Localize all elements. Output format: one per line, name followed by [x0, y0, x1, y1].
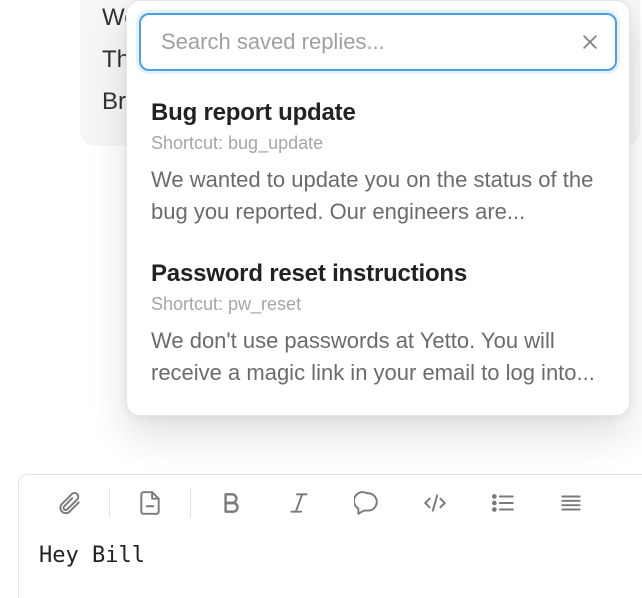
saved-reply-shortcut: Shortcut: pw_reset [151, 294, 605, 315]
bold-button[interactable] [205, 483, 257, 523]
attach-button[interactable] [43, 483, 95, 523]
composer-toolbar [19, 475, 642, 531]
speech-bubble-icon [354, 490, 380, 516]
list-button[interactable] [477, 483, 529, 523]
composer-text: Hey Bill [39, 543, 145, 568]
code-icon [422, 490, 448, 516]
lines-icon [558, 490, 584, 516]
bullet-list-icon [490, 490, 516, 516]
bold-icon [218, 490, 244, 516]
composer-textarea[interactable]: Hey Bill [19, 531, 642, 580]
paragraph-button[interactable] [545, 483, 597, 523]
message-composer: Hey Bill [18, 474, 642, 598]
saved-reply-item[interactable]: Bug report update Shortcut: bug_update W… [151, 85, 605, 246]
comment-button[interactable] [341, 483, 393, 523]
code-button[interactable] [409, 483, 461, 523]
saved-reply-shortcut: Shortcut: bug_update [151, 133, 605, 154]
italic-button[interactable] [273, 483, 325, 523]
saved-reply-item[interactable]: Password reset instructions Shortcut: pw… [151, 246, 605, 407]
document-icon [137, 490, 163, 516]
saved-replies-list: Bug report update Shortcut: bug_update W… [127, 85, 629, 415]
saved-replies-popover: Bug report update Shortcut: bug_update W… [126, 0, 630, 416]
toolbar-divider [190, 488, 191, 518]
document-button[interactable] [124, 483, 176, 523]
saved-reply-preview: We wanted to update you on the status of… [151, 164, 605, 228]
paperclip-icon [56, 490, 82, 516]
clear-search-button[interactable] [577, 29, 603, 55]
italic-icon [286, 490, 312, 516]
saved-reply-title: Password reset instructions [151, 260, 605, 288]
saved-reply-preview: We don't use passwords at Yetto. You wil… [151, 325, 605, 389]
search-field-wrap [139, 13, 617, 71]
saved-reply-title: Bug report update [151, 99, 605, 127]
close-icon [580, 32, 600, 52]
search-input[interactable] [139, 13, 617, 71]
toolbar-divider [109, 488, 110, 518]
